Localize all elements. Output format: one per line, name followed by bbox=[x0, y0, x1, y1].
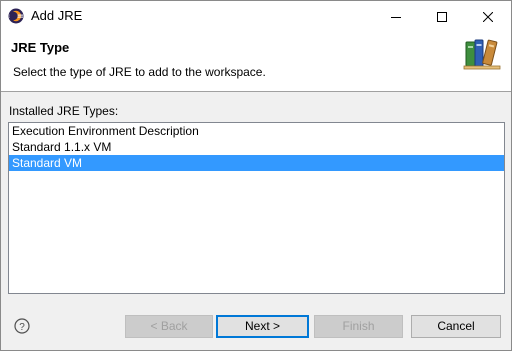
svg-text:?: ? bbox=[19, 322, 25, 333]
list-item[interactable]: Standard 1.1.x VM bbox=[9, 139, 504, 155]
title-bar[interactable]: Add JRE bbox=[1, 1, 511, 32]
minimize-icon bbox=[391, 16, 401, 18]
page-title: JRE Type bbox=[11, 40, 70, 55]
list-item[interactable]: Execution Environment Description bbox=[9, 123, 504, 139]
next-button[interactable]: Next > bbox=[216, 315, 309, 338]
close-button[interactable] bbox=[465, 1, 511, 32]
back-button[interactable]: < Back bbox=[125, 315, 213, 338]
help-icon[interactable]: ? bbox=[14, 318, 30, 334]
cancel-button[interactable]: Cancel bbox=[411, 315, 501, 338]
maximize-icon bbox=[437, 11, 447, 22]
maximize-button[interactable] bbox=[419, 1, 465, 32]
installed-jre-types-label: Installed JRE Types: bbox=[9, 104, 119, 118]
list-item[interactable]: Standard VM bbox=[9, 155, 504, 171]
close-icon bbox=[483, 11, 493, 22]
page-description: Select the type of JRE to add to the wor… bbox=[13, 65, 266, 79]
wizard-banner: JRE Type Select the type of JRE to add t… bbox=[1, 32, 511, 92]
window-title: Add JRE bbox=[31, 8, 83, 23]
minimize-button[interactable] bbox=[373, 1, 419, 32]
eclipse-icon bbox=[8, 8, 24, 24]
books-icon bbox=[463, 39, 501, 70]
jre-type-list[interactable]: Execution Environment Description Standar… bbox=[8, 122, 505, 294]
finish-button[interactable]: Finish bbox=[314, 315, 403, 338]
add-jre-dialog: Add JRE JRE Type Select the type of JRE … bbox=[0, 0, 512, 351]
